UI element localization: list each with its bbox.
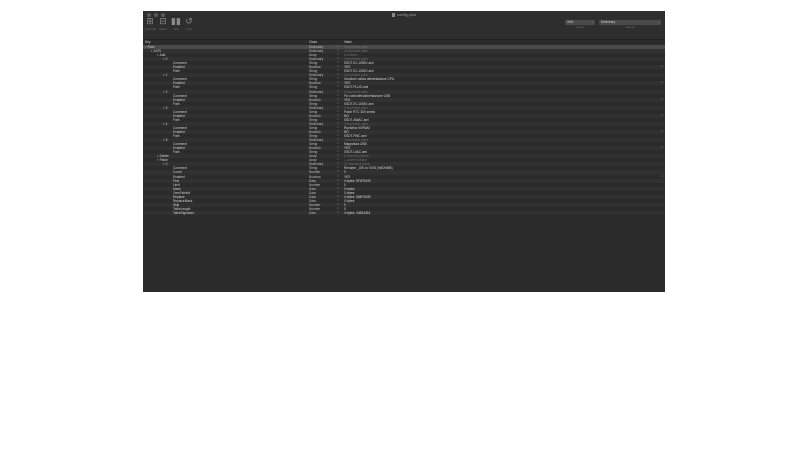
row-value[interactable]: 4 bytes: 44534454 bbox=[344, 211, 370, 215]
view-as-control: Dictionary ⌄ View As bbox=[599, 20, 661, 29]
view-icon: ▮▮ bbox=[171, 17, 181, 27]
view-button[interactable]: ▮▮ View bbox=[171, 17, 181, 31]
undo-button[interactable]: ↺ Undo bbox=[184, 17, 194, 31]
add-child-button[interactable]: ⊞ Add Child bbox=[145, 17, 156, 31]
window-title-text: config.plist bbox=[397, 12, 416, 17]
add-icon: ⊞ bbox=[146, 17, 154, 27]
chevron-down-icon: ⌄ bbox=[657, 20, 660, 24]
undo-label: Undo bbox=[186, 28, 192, 31]
titlebar: config.plist ⊞ Add Child ⊟ Delete ▮▮ Vie… bbox=[143, 11, 665, 40]
view-as-value: Dictionary bbox=[601, 20, 616, 24]
format-select[interactable]: XML ⌄ bbox=[565, 20, 595, 25]
plist-editor-window: config.plist ⊞ Add Child ⊟ Delete ▮▮ Vie… bbox=[143, 11, 665, 292]
format-label: Format bbox=[576, 26, 584, 29]
row-key-text: TableSignature bbox=[173, 210, 195, 215]
chevron-down-icon: ⌄ bbox=[591, 20, 594, 24]
delete-label: Delete bbox=[159, 28, 167, 31]
tree-row[interactable]: TableSignature Data ⇕ 4 bytes: 44534454 bbox=[143, 210, 665, 215]
format-value: XML bbox=[567, 20, 574, 24]
delete-icon: ⊟ bbox=[159, 17, 167, 27]
class-stepper-icon[interactable]: ⇕ bbox=[337, 211, 339, 215]
plist-tree: ▾Root Dictionary ⇕ 3 key/value pairs ▾ACPI Di… bbox=[143, 45, 665, 215]
toolbar-right: XML ⌄ Format Dictionary ⌄ View As bbox=[565, 20, 661, 29]
document-icon bbox=[392, 12, 396, 17]
row-class[interactable]: Data bbox=[309, 211, 316, 215]
view-as-label: View As bbox=[625, 26, 635, 29]
row-key: TableSignature bbox=[173, 211, 194, 215]
delete-button[interactable]: ⊟ Delete bbox=[158, 17, 168, 31]
window-title: config.plist bbox=[143, 12, 665, 17]
view-label: View bbox=[173, 28, 179, 31]
toolbar: ⊞ Add Child ⊟ Delete ▮▮ View ↺ Undo bbox=[145, 17, 194, 31]
view-as-select[interactable]: Dictionary ⌄ bbox=[599, 20, 661, 25]
add-child-label: Add Child bbox=[145, 28, 156, 31]
undo-icon: ↺ bbox=[185, 17, 193, 27]
format-control: XML ⌄ Format bbox=[565, 20, 595, 29]
